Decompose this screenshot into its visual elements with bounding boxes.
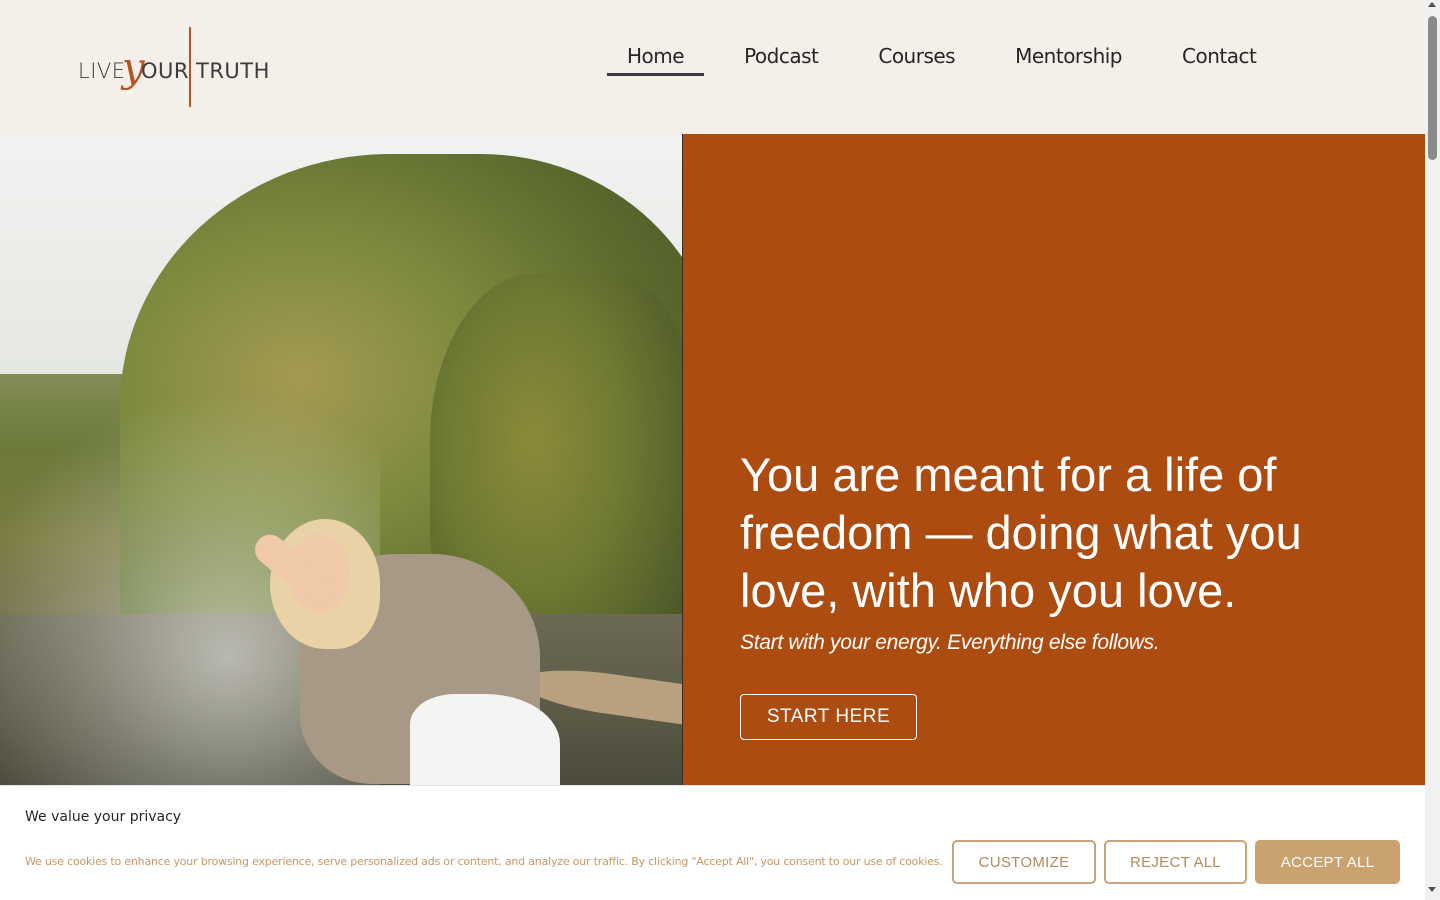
logo-word-truth: TRUTH	[196, 59, 270, 83]
main-nav: Home Podcast Courses Mentorship Contact	[607, 44, 1296, 76]
logo-word-our: OUR	[141, 59, 189, 83]
site-header: LIVE y OUR TRUTH Home Podcast Courses Me…	[0, 0, 1425, 134]
hero-photo	[0, 134, 683, 785]
nav-item-courses[interactable]: Courses	[858, 44, 975, 76]
scroll-down-arrow-icon[interactable]	[1428, 887, 1436, 892]
logo[interactable]: LIVE y OUR TRUTH	[78, 26, 270, 108]
cookie-title: We value your privacy	[25, 809, 182, 825]
nav-item-contact[interactable]: Contact	[1162, 44, 1276, 76]
logo-divider	[189, 27, 191, 107]
scroll-up-arrow-icon[interactable]	[1428, 2, 1436, 7]
photo-person-pants	[410, 694, 560, 785]
cookie-description: We use cookies to enhance your browsing …	[25, 855, 943, 868]
scroll-thumb[interactable]	[1428, 16, 1437, 160]
reject-all-button[interactable]: REJECT ALL	[1104, 840, 1247, 884]
cookie-consent-banner: We value your privacy We use cookies to …	[0, 785, 1425, 900]
nav-item-home[interactable]: Home	[607, 44, 705, 76]
hero-subtitle: Start with your energy. Everything else …	[740, 631, 1160, 654]
customize-button[interactable]: CUSTOMIZE	[952, 840, 1096, 884]
nav-item-podcast[interactable]: Podcast	[724, 44, 838, 76]
hero-title: You are meant for a life of freedom — do…	[740, 448, 1302, 617]
start-here-button[interactable]: START HERE	[740, 694, 917, 740]
logo-word-live: LIVE	[78, 59, 126, 83]
page-scrollbar[interactable]	[1425, 0, 1440, 900]
accept-all-button[interactable]: ACCEPT ALL	[1255, 840, 1400, 884]
nav-item-mentorship[interactable]: Mentorship	[995, 44, 1142, 76]
hero-panel: You are meant for a life of freedom — do…	[683, 134, 1425, 785]
